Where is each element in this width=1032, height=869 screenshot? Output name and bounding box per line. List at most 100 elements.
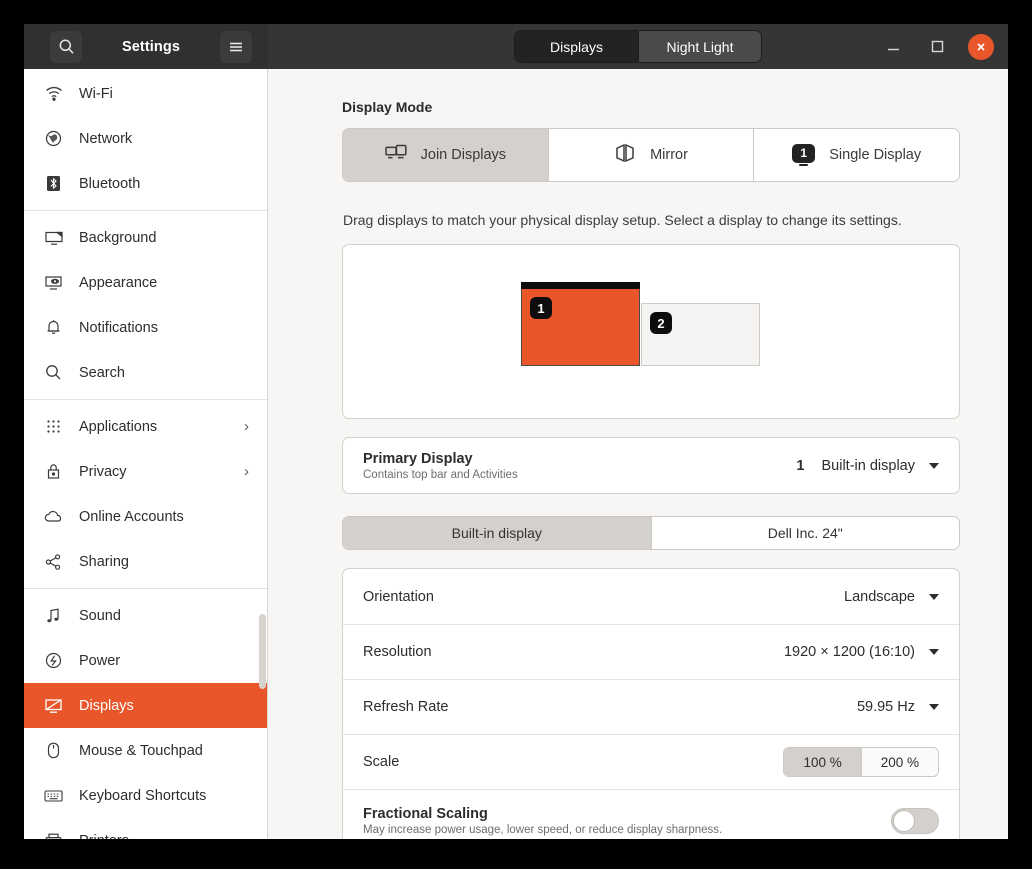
sidebar-item-label: Power — [79, 652, 121, 669]
refresh-rate-label: Refresh Rate — [363, 699, 449, 715]
cloud-icon — [44, 507, 63, 526]
hamburger-menu-icon — [228, 40, 244, 54]
bluetooth-icon — [44, 174, 63, 193]
sidebar-item-label: Wi-Fi — [79, 85, 113, 102]
display-mode-label: Join Displays — [420, 147, 507, 163]
sidebar-item-appearance[interactable]: Appearance — [24, 260, 267, 305]
scale-option-100[interactable]: 100 % — [784, 748, 861, 776]
keyboard-icon — [44, 786, 63, 805]
sidebar-item-label: Printers — [79, 833, 267, 840]
sidebar-item-applications[interactable]: Applications › — [24, 404, 267, 449]
sidebar-item-label: Search — [79, 364, 125, 381]
display-tab-dell[interactable]: Dell Inc. 24" — [650, 517, 959, 549]
chevron-down-icon — [929, 462, 939, 469]
background-monitor-icon — [44, 228, 63, 247]
display-mode-join-displays[interactable]: Join Displays — [343, 129, 548, 181]
sidebar-item-label: Sharing — [79, 553, 129, 570]
sidebar-item-printers[interactable]: Printers — [24, 818, 267, 839]
tab-displays[interactable]: Displays — [515, 31, 638, 62]
fractional-scaling-subtitle: May increase power usage, lower speed, o… — [363, 823, 723, 836]
printer-icon — [44, 831, 63, 839]
sidebar-item-power[interactable]: Power — [24, 638, 267, 683]
display-tab-built-in[interactable]: Built-in display — [343, 517, 651, 549]
sidebar-item-sound[interactable]: Sound — [24, 593, 267, 638]
sidebar-item-notifications[interactable]: Notifications — [24, 305, 267, 350]
sidebar-item-online-accounts[interactable]: Online Accounts — [24, 494, 267, 539]
window-title: Settings — [122, 38, 180, 55]
sidebar-scrollbar[interactable] — [259, 614, 266, 689]
primary-display-card: Primary Display Contains top bar and Act… — [342, 437, 960, 494]
sidebar-separator — [24, 210, 267, 211]
sidebar-item-network[interactable]: Network — [24, 116, 267, 161]
sidebar-item-label: Applications — [79, 418, 158, 435]
sidebar-item-bluetooth[interactable]: Bluetooth — [24, 161, 267, 206]
close-button[interactable] — [968, 33, 994, 60]
orientation-value[interactable]: Landscape — [844, 589, 939, 605]
sidebar-item-background[interactable]: Background — [24, 215, 267, 260]
monitor-2[interactable]: 2 — [641, 303, 760, 366]
settings-window: Settings Displays Night Light Wi-Fi Netw… — [24, 24, 1008, 839]
fractional-scaling-title: Fractional Scaling — [363, 805, 488, 822]
fractional-scaling-toggle[interactable] — [891, 807, 939, 834]
lock-icon — [44, 462, 63, 481]
monitor-2-badge: 2 — [650, 312, 672, 334]
primary-display-subtitle: Contains top bar and Activities — [363, 468, 518, 481]
sidebar-item-keyboard-shortcuts[interactable]: Keyboard Shortcuts — [24, 773, 267, 818]
resolution-value-text: 1920 × 1200 (16:10) — [783, 644, 915, 660]
sidebar-item-label: Bluetooth — [79, 175, 141, 192]
scale-option-200[interactable]: 200 % — [860, 748, 938, 776]
sidebar-item-privacy[interactable]: Privacy › — [24, 449, 267, 494]
chevron-down-icon — [929, 704, 939, 710]
applications-grid-icon — [44, 417, 63, 436]
minimize-button[interactable] — [880, 34, 906, 60]
chevron-down-icon — [929, 593, 939, 600]
sidebar-item-displays[interactable]: Displays — [24, 683, 267, 728]
resolution-row[interactable]: Resolution 1920 × 1200 (16:10) — [343, 624, 959, 679]
sidebar-item-label: Sound — [79, 607, 121, 624]
sidebar-item-wifi[interactable]: Wi-Fi — [24, 71, 267, 116]
sidebar-item-label: Notifications — [79, 319, 158, 336]
sidebar-item-label: Mouse & Touchpad — [79, 742, 203, 759]
displays-monitor-icon — [44, 696, 63, 715]
sidebar-item-label: Background — [79, 229, 157, 246]
maximize-button[interactable] — [924, 34, 950, 60]
primary-display-row[interactable]: Primary Display Contains top bar and Act… — [343, 438, 959, 493]
toggle-knob — [893, 809, 915, 832]
sidebar-item-sharing[interactable]: Sharing — [24, 539, 267, 584]
resolution-value[interactable]: 1920 × 1200 (16:10) — [784, 644, 939, 660]
share-nodes-icon — [44, 552, 63, 571]
tab-night-light[interactable]: Night Light — [638, 31, 761, 62]
search-icon — [44, 363, 63, 382]
header-bar: Settings Displays Night Light — [24, 24, 1008, 69]
display-arrangement-area[interactable]: 1 2 — [342, 244, 960, 419]
display-settings-card: Orientation Landscape Resolution 1920 × … — [342, 568, 960, 839]
sidebar-item-label: Online Accounts — [79, 508, 184, 525]
single-display-icon: 1 — [792, 143, 816, 167]
display-mode-label: Mirror — [650, 147, 688, 163]
display-mode-mirror[interactable]: Mirror — [547, 129, 754, 181]
resolution-label: Resolution — [363, 644, 432, 660]
refresh-rate-row[interactable]: Refresh Rate 59.95 Hz — [343, 679, 959, 734]
fractional-scaling-label: Fractional Scaling May increase power us… — [363, 806, 891, 836]
display-selector-tabs: Built-in display Dell Inc. 24" — [342, 516, 960, 550]
sidebar-item-search[interactable]: Search — [24, 350, 267, 395]
orientation-value-text: Landscape — [844, 588, 915, 605]
sidebar-item-label: Keyboard Shortcuts — [79, 787, 207, 804]
monitor-1-top-bar — [521, 282, 640, 289]
arrangement-hint: Drag displays to match your physical dis… — [343, 212, 902, 228]
appearance-icon — [44, 273, 63, 292]
sidebar-separator — [24, 399, 267, 400]
header-left-section: Settings — [24, 24, 268, 69]
monitor-1[interactable]: 1 — [521, 282, 640, 366]
sidebar-item-mouse-touchpad[interactable]: Mouse & Touchpad — [24, 728, 267, 773]
fractional-scaling-row: Fractional Scaling May increase power us… — [343, 789, 959, 839]
orientation-row[interactable]: Orientation Landscape — [343, 569, 959, 624]
search-button[interactable] — [50, 30, 82, 63]
sidebar: Wi-Fi Network Bluetooth Background Appea… — [24, 69, 268, 839]
primary-display-number: 1 — [796, 457, 805, 474]
primary-display-value[interactable]: 1 Built-in display — [796, 458, 939, 474]
menu-button[interactable] — [220, 30, 252, 63]
display-mode-single-display[interactable]: 1 Single Display — [753, 129, 959, 181]
refresh-rate-value[interactable]: 59.95 Hz — [857, 699, 939, 715]
refresh-rate-value-text: 59.95 Hz — [856, 699, 915, 715]
